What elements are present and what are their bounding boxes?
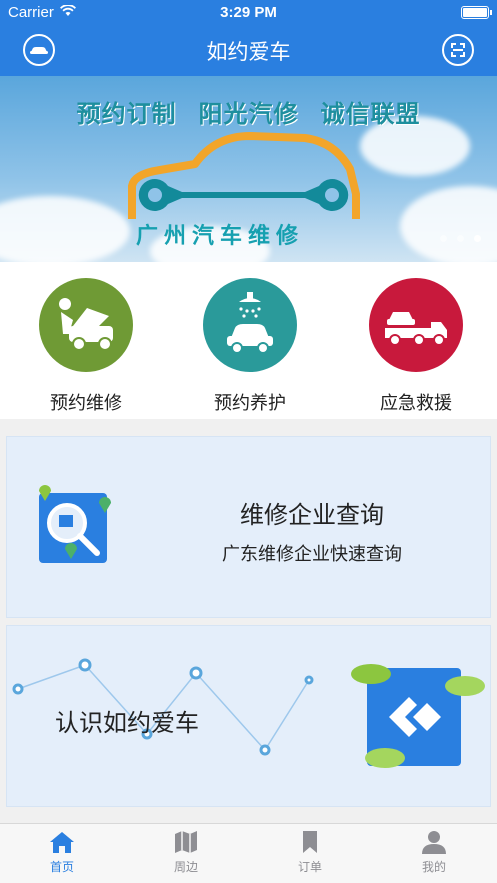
nav-bar: 如约爱车: [0, 26, 497, 76]
tab-nearby[interactable]: 周边: [124, 830, 248, 875]
carousel-dot-active[interactable]: [474, 235, 481, 242]
service-rescue[interactable]: 应急救援: [356, 278, 476, 415]
service-label: 预约维修: [50, 393, 122, 414]
service-repair[interactable]: 预约维修: [26, 278, 146, 415]
car-repair-icon: [39, 278, 133, 372]
banner-carousel[interactable]: 预约订制 阳光汽修 诚信联盟 广州汽车维修: [0, 76, 497, 262]
home-icon: [50, 832, 74, 853]
service-maintenance[interactable]: 预约养护: [190, 278, 310, 415]
bookmark-icon: [303, 831, 317, 853]
about-card[interactable]: 认识如约爱车: [6, 625, 491, 807]
user-icon: [422, 831, 446, 854]
banner-city-text: 广州汽车维修: [136, 224, 305, 249]
about-card-title: 认识如约爱车: [55, 709, 199, 737]
query-card-subtitle: 广东维修企业快速查询: [222, 544, 402, 565]
carousel-dot[interactable]: [457, 235, 464, 242]
app-logo-icon: [351, 664, 485, 768]
service-grid: 预约维修 预约养护 应急救援: [0, 262, 497, 419]
map-icon: [175, 831, 197, 853]
tab-label: 我的: [421, 860, 446, 874]
tab-profile[interactable]: 我的: [372, 830, 496, 875]
tab-home[interactable]: 首页: [0, 830, 124, 875]
tow-truck-icon: [369, 278, 463, 372]
repair-company-query-card[interactable]: 维修企业查询 广东维修企业快速查询: [6, 436, 491, 618]
page-title: 如约爱车: [206, 40, 291, 64]
tab-bar: 首页 周边 订单 我的: [0, 823, 497, 883]
carousel-indicator: [440, 235, 481, 242]
carousel-dot[interactable]: [440, 235, 447, 242]
battery-icon: [461, 6, 492, 19]
query-card-title: 维修企业查询: [240, 501, 384, 529]
tab-label: 首页: [49, 860, 74, 874]
scan-icon[interactable]: [442, 34, 474, 66]
tab-orders[interactable]: 订单: [248, 830, 372, 875]
service-label: 应急救援: [380, 393, 452, 414]
service-label: 预约养护: [214, 393, 286, 414]
status-time: 3:29 PM: [220, 4, 277, 21]
tab-label: 订单: [297, 860, 322, 874]
car-wash-icon: [203, 278, 297, 372]
tab-label: 周边: [173, 860, 198, 874]
status-bar: Carrier 3:29 PM: [0, 0, 497, 26]
